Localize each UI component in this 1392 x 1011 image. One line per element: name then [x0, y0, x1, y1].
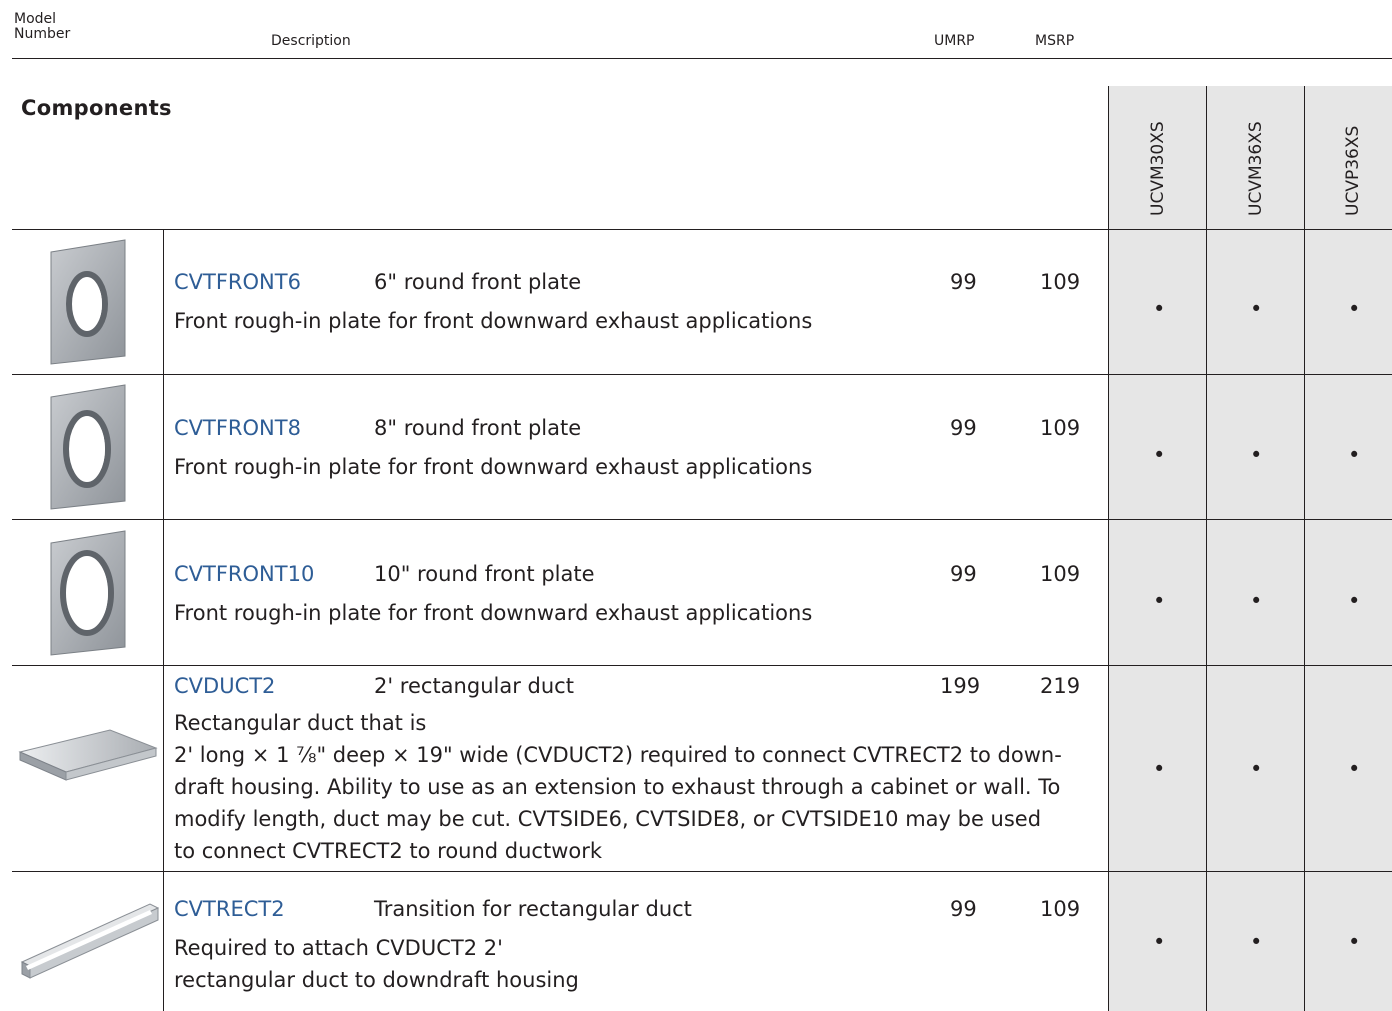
model-header-ucvm30xs: UCVM30XS — [1148, 121, 1168, 216]
compat-dot: • — [1250, 589, 1263, 613]
compat-dot: • — [1153, 589, 1166, 613]
row-description: Front rough-in plate for front downward … — [174, 455, 813, 479]
compat-dot: • — [1153, 757, 1166, 781]
model-column-shade-2 — [1207, 86, 1304, 1011]
model-header-ucvm36xs: UCVM36XS — [1246, 121, 1266, 216]
msrp-header: MSRP — [1035, 33, 1075, 49]
row-image-cvduct2 — [18, 728, 158, 788]
compat-dot: • — [1348, 589, 1361, 613]
row-short-description: 6" round front plate — [374, 270, 582, 294]
compat-dot: • — [1250, 757, 1263, 781]
rectangular-transition-icon — [20, 903, 160, 979]
rectangular-duct-icon — [18, 729, 158, 781]
row-description: Required to attach CVDUCT2 2' rectangula… — [174, 932, 1074, 996]
header-divider — [12, 58, 1392, 59]
row-umrp: 199 — [940, 674, 981, 698]
row-code: CVDUCT2 — [174, 674, 276, 698]
compat-dot: • — [1250, 297, 1263, 321]
compat-dot: • — [1348, 443, 1361, 467]
model-number-label-line2: Number — [14, 26, 71, 42]
compat-dot: • — [1348, 757, 1361, 781]
model-header-ucvp36xs: UCVP36XS — [1343, 125, 1363, 216]
model-column-divider-1 — [1108, 86, 1109, 1011]
row-description-line: Required to attach CVDUCT2 2' — [174, 936, 503, 960]
row-short-description: 10" round front plate — [374, 562, 595, 586]
row-divider-2 — [12, 519, 1392, 520]
model-column-shade-3 — [1305, 86, 1392, 1011]
round-front-plate-icon — [50, 384, 126, 510]
row-short-description: 8" round front plate — [374, 416, 582, 440]
row-msrp: 109 — [1040, 897, 1081, 921]
compat-dot: • — [1153, 297, 1166, 321]
model-number-header: Model Number — [14, 12, 70, 42]
row-image-cvtfront6 — [45, 238, 129, 370]
row-msrp: 109 — [1040, 416, 1081, 440]
row-umrp: 99 — [950, 562, 977, 586]
row-description-line: 2' long × 1 ⅞" deep × 19" wide (CVDUCT2)… — [174, 743, 1062, 767]
compat-dot: • — [1348, 930, 1361, 954]
row-msrp: 109 — [1040, 270, 1081, 294]
row-image-cvtfront8 — [45, 383, 129, 515]
section-title: Components — [21, 96, 172, 120]
row-umrp: 99 — [950, 897, 977, 921]
compat-dot: • — [1250, 443, 1263, 467]
row-image-cvtrect2 — [18, 900, 160, 988]
round-front-plate-icon — [50, 530, 126, 656]
row-short-description: Transition for rectangular duct — [374, 897, 692, 921]
row-description-line: Rectangular duct that is — [174, 711, 427, 735]
row-description: Front rough-in plate for front downward … — [174, 601, 813, 625]
row-divider-0 — [12, 229, 1392, 230]
image-column-divider — [163, 229, 164, 1011]
row-msrp: 219 — [1040, 674, 1081, 698]
row-description-line: to connect CVTRECT2 to round ductwork — [174, 839, 603, 863]
model-number-label-line1: Model — [14, 11, 57, 27]
row-umrp: 99 — [950, 270, 977, 294]
compat-dot: • — [1250, 930, 1263, 954]
row-divider-1 — [12, 374, 1392, 375]
row-umrp: 99 — [950, 416, 977, 440]
row-code: CVTFRONT10 — [174, 562, 315, 586]
row-divider-3 — [12, 665, 1392, 666]
umrp-header: UMRP — [934, 33, 975, 49]
round-front-plate-icon — [50, 239, 126, 365]
model-column-shade-1 — [1109, 86, 1206, 1011]
description-header: Description — [271, 33, 351, 49]
row-description-line: draft housing. Ability to use as an exte… — [174, 775, 1061, 799]
compat-dot: • — [1153, 443, 1166, 467]
model-column-divider-2 — [1206, 86, 1207, 1011]
row-description-line: rectangular duct to downdraft housing — [174, 968, 579, 992]
row-image-cvtfront10 — [45, 529, 129, 661]
row-code: CVTFRONT8 — [174, 416, 301, 440]
row-short-description: 2' rectangular duct — [374, 674, 574, 698]
model-column-divider-3 — [1304, 86, 1305, 1011]
row-msrp: 109 — [1040, 562, 1081, 586]
row-code: CVTFRONT6 — [174, 270, 301, 294]
row-code: CVTRECT2 — [174, 897, 285, 921]
compat-dot: • — [1153, 930, 1166, 954]
compat-dot: • — [1348, 297, 1361, 321]
row-description: Rectangular duct that is 2' long × 1 ⅞" … — [174, 708, 1104, 867]
row-divider-4 — [12, 871, 1392, 872]
row-description: Front rough-in plate for front downward … — [174, 309, 813, 333]
row-description-line: modify length, duct may be cut. CVTSIDE6… — [174, 807, 1042, 831]
